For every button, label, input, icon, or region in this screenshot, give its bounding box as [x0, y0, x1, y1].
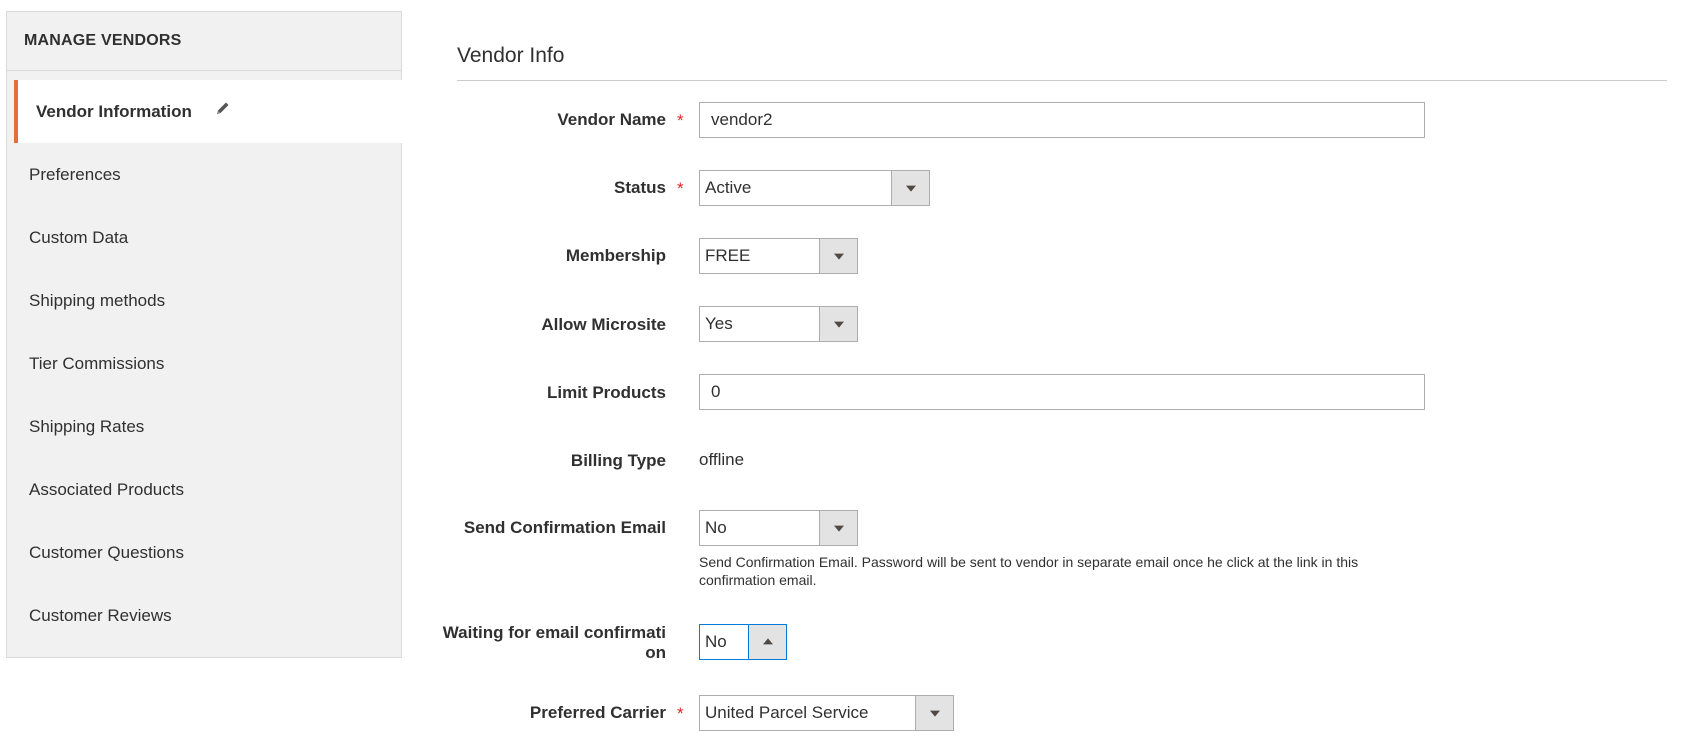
waiting-confirmation-label-line1: Waiting for email confirmati — [442, 623, 666, 642]
allow-microsite-dropdown-button[interactable] — [819, 307, 857, 341]
sidebar-item-label: Custom Data — [29, 228, 129, 247]
sidebar-item-label: Shipping Rates — [29, 417, 145, 436]
sidebar-title: MANAGE VENDORS — [7, 12, 401, 71]
preferred-carrier-dropdown-button[interactable] — [915, 696, 953, 730]
sidebar-item-label: Customer Questions — [29, 543, 184, 562]
chevron-down-icon — [929, 710, 940, 717]
sidebar-item-tier-commissions[interactable]: Tier Commissions — [7, 332, 401, 395]
sidebar-item-shipping-methods[interactable]: Shipping methods — [7, 269, 401, 332]
status-label: Status — [614, 178, 666, 197]
membership-select-value: FREE — [705, 246, 751, 265]
send-confirmation-select-value: No — [705, 518, 727, 537]
membership-label: Membership — [565, 246, 666, 265]
send-confirmation-select[interactable]: No — [699, 510, 858, 546]
limit-products-input[interactable] — [699, 374, 1425, 410]
billing-type-value: offline — [699, 450, 745, 469]
sidebar-item-label: Tier Commissions — [29, 354, 165, 373]
sidebar-nav: Vendor Information Preferences Custom Da… — [7, 80, 409, 647]
preferred-carrier-select[interactable]: United Parcel Service — [699, 695, 954, 731]
section-divider — [457, 80, 1667, 81]
send-confirmation-label: Send Confirmation Email — [463, 518, 666, 537]
waiting-confirmation-select-value: No — [705, 632, 727, 651]
allow-microsite-select[interactable]: Yes — [699, 306, 858, 342]
sidebar-item-custom-data[interactable]: Custom Data — [7, 206, 401, 269]
membership-dropdown-button[interactable] — [819, 239, 857, 273]
preferred-carrier-select-value: United Parcel Service — [705, 703, 869, 722]
vendor-tabs-sidebar: MANAGE VENDORS Vendor Information Prefer… — [6, 11, 409, 658]
required-marker: * — [677, 704, 684, 723]
status-select-value: Active — [705, 178, 752, 197]
limit-products-label: Limit Products — [546, 383, 666, 402]
sidebar-item-associated-products[interactable]: Associated Products — [7, 458, 401, 521]
chevron-down-icon — [905, 185, 916, 192]
chevron-down-icon — [833, 321, 844, 328]
sidebar-item-label: Associated Products — [29, 480, 184, 499]
sidebar-item-label: Shipping methods — [29, 291, 166, 310]
waiting-confirmation-dropdown-button[interactable] — [748, 625, 786, 659]
section-title: Vendor Info — [457, 44, 565, 67]
sidebar-item-preferences[interactable]: Preferences — [7, 143, 401, 206]
allow-microsite-label: Allow Microsite — [541, 315, 666, 334]
waiting-confirmation-select[interactable]: No — [699, 624, 787, 660]
chevron-up-icon — [762, 638, 773, 645]
waiting-confirmation-label: Waiting for email confirmati on — [443, 623, 666, 663]
required-marker: * — [677, 179, 684, 198]
chevron-down-icon — [833, 525, 844, 532]
send-confirmation-dropdown-button[interactable] — [819, 511, 857, 545]
sidebar-item-label: Vendor Information — [36, 102, 192, 121]
status-dropdown-button[interactable] — [891, 171, 929, 205]
vendor-name-label: Vendor Name — [557, 110, 666, 129]
status-select[interactable]: Active — [699, 170, 930, 206]
chevron-down-icon — [833, 253, 844, 260]
pencil-icon — [215, 79, 231, 142]
sidebar-item-customer-questions[interactable]: Customer Questions — [7, 521, 401, 584]
waiting-confirmation-label-line2: on — [645, 643, 666, 662]
billing-type-label: Billing Type — [570, 451, 666, 470]
sidebar-item-label: Customer Reviews — [29, 606, 172, 625]
sidebar-item-vendor-information[interactable]: Vendor Information — [14, 80, 409, 143]
sidebar-item-label: Preferences — [29, 165, 121, 184]
membership-select[interactable]: FREE — [699, 238, 858, 274]
send-confirmation-note: Send Confirmation Email. Password will b… — [699, 554, 1359, 588]
sidebar-item-shipping-rates[interactable]: Shipping Rates — [7, 395, 401, 458]
allow-microsite-select-value: Yes — [705, 314, 733, 333]
vendor-name-input[interactable] — [699, 102, 1425, 138]
preferred-carrier-label: Preferred Carrier — [529, 703, 666, 722]
sidebar-item-customer-reviews[interactable]: Customer Reviews — [7, 584, 401, 647]
required-marker: * — [677, 111, 684, 130]
